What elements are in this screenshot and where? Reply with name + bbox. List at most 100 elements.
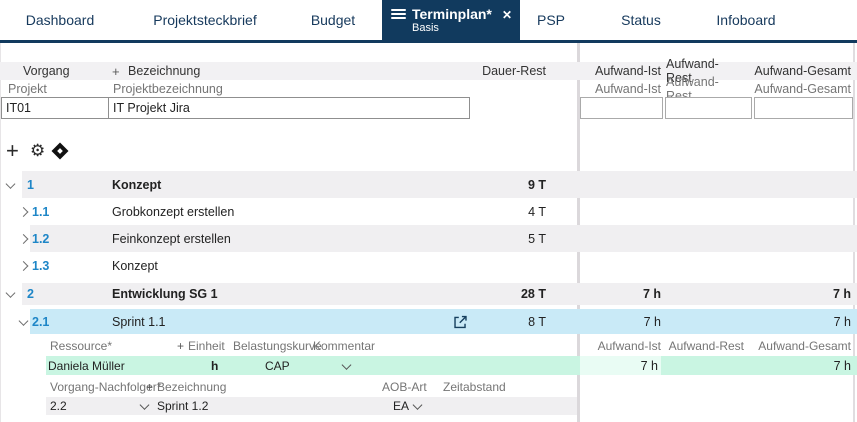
col-header-aufwand-gesamt: Aufwand-Gesamt (754, 64, 851, 78)
task-row-1-1[interactable]: 1.1 Grobkonzept erstellen 4 T (0, 198, 857, 225)
task-row-1-3[interactable]: 1.3 Konzept (0, 252, 857, 279)
task-number: 1.1 (32, 204, 50, 219)
add-row-icon[interactable]: + (6, 138, 19, 164)
settings-gear-icon[interactable]: ⚙ (30, 141, 45, 161)
task-row-1-2[interactable]: 1.2 Feinkonzept erstellen 5 T (0, 225, 857, 252)
resource-aufwand-rest-header: Aufwand-Rest (668, 338, 744, 353)
project-id-input[interactable] (1, 97, 109, 119)
resource-aufwand-ist-cell[interactable]: 7 h (580, 356, 661, 375)
task-aufwand-gesamt: 7 h (833, 314, 851, 329)
app-window: Dashboard Projektsteckbrief Budget Termi… (0, 0, 857, 422)
successor-number: 2.2 (50, 399, 67, 413)
successor-aob-art: EA (393, 399, 410, 413)
successor-header-row: Vorgang-Nachfolger* + Bezeichnung AOB-Ar… (0, 378, 857, 395)
active-tab-subtitle: Basis (412, 22, 439, 35)
task-dauer-rest: 9 T (527, 177, 546, 192)
resource-aufwand-gesamt-header: Aufwand-Gesamt (758, 338, 851, 353)
task-dauer-rest: 5 T (528, 231, 546, 246)
resource-aufwand-gesamt: 7 h (833, 358, 851, 373)
task-name: Konzept (112, 177, 162, 192)
task-row-2[interactable]: 2 Entwicklung SG 1 28 T 7 h 7 h (0, 283, 857, 305)
resource-header-row: Ressource* + Einheit Belastungskurve Kom… (0, 336, 857, 355)
chevron-right-icon[interactable] (18, 260, 29, 271)
project-aufwand-gesamt-input[interactable] (754, 97, 853, 119)
task-name: Grobkonzept erstellen (112, 204, 235, 219)
resource-belastungskurve: CAP (265, 358, 290, 373)
tab-label: Status (621, 12, 661, 28)
col-header-vorgang: Vorgang (23, 64, 70, 78)
task-name: Entwicklung SG 1 (112, 287, 218, 301)
active-tab-title: Terminplan* (412, 6, 492, 22)
menu-icon[interactable] (391, 9, 406, 21)
successor-row[interactable]: 2.2 Sprint 1.2 EA (0, 397, 857, 415)
tab-label: Dashboard (25, 12, 95, 28)
tab-psp[interactable]: PSP (520, 0, 582, 40)
col-header-aufwand-ist: Aufwand-Ist (594, 64, 661, 78)
project-aufwand-ist-label: Aufwand-Ist (594, 81, 661, 96)
zeitabstand-col-header: Zeitabstand (443, 379, 506, 394)
resource-row-background (46, 356, 857, 375)
task-number: 2 (27, 287, 34, 301)
project-label: Projekt (8, 81, 47, 96)
tab-projektsteckbrief[interactable]: Projektsteckbrief (120, 0, 290, 40)
project-name-input[interactable] (108, 97, 470, 119)
task-number: 1.2 (32, 231, 50, 246)
tab-terminplan[interactable]: Terminplan* Basis ✕ (382, 0, 520, 43)
task-number: 2.1 (32, 314, 50, 329)
col-header-dauer-rest: Dauer-Rest (482, 64, 546, 78)
tab-budget[interactable]: Budget (290, 0, 376, 40)
chevron-down-icon[interactable] (5, 178, 16, 189)
resource-row[interactable]: Daniela Müller h CAP 7 h 7 h (0, 356, 857, 375)
resource-name: Daniela Müller (48, 358, 125, 373)
resource-einheit: h (211, 358, 219, 373)
add-resource-icon[interactable]: + (177, 336, 184, 355)
project-bezeichnung-label: Projektbezeichnung (113, 81, 223, 96)
add-column-icon[interactable]: + (112, 62, 120, 80)
toolbar: + ⚙ (0, 138, 857, 164)
project-aufwand-ist-input[interactable] (580, 97, 663, 119)
project-input-row (0, 97, 857, 119)
chevron-right-icon[interactable] (18, 233, 29, 244)
chevron-down-icon[interactable] (18, 315, 29, 326)
task-dauer-rest: 28 T (520, 287, 546, 301)
aob-art-col-header: AOB-Art (382, 379, 427, 394)
project-label-row: Projekt Projektbezeichnung Aufwand-Ist A… (0, 74, 857, 103)
einheit-col-header: Einheit (188, 338, 225, 353)
tab-label: Budget (310, 12, 356, 28)
task-aufwand-gesamt: 7 h (832, 287, 851, 301)
tab-label: PSP (536, 12, 565, 28)
tab-status[interactable]: Status (582, 0, 700, 40)
task-number: 1.3 (32, 258, 50, 273)
project-aufwand-gesamt-label: Aufwand-Gesamt (754, 81, 851, 96)
task-name: Sprint 1.1 (112, 314, 166, 329)
task-aufwand-ist: 7 h (643, 314, 661, 329)
task-dauer-rest (440, 252, 546, 279)
resource-aufwand-ist-header: Aufwand-Ist (597, 338, 661, 353)
tab-bar: Dashboard Projektsteckbrief Budget Termi… (0, 0, 857, 43)
add-successor-icon[interactable]: + (146, 378, 153, 395)
project-aufwand-rest-label: Aufwand-Rest (666, 74, 719, 103)
chevron-down-icon[interactable] (5, 288, 16, 298)
task-row-2-1-selected[interactable]: 2.1 Sprint 1.1 8 T 7 h 7 h (0, 309, 857, 334)
task-aufwand-ist: 7 h (642, 287, 661, 301)
tab-label: Projektsteckbrief (153, 12, 257, 28)
task-dauer-rest: 8 T (528, 314, 546, 329)
project-aufwand-rest-input[interactable] (665, 97, 752, 119)
chevron-right-icon[interactable] (18, 206, 29, 217)
kommentar-col-header: Kommentar (313, 338, 376, 353)
successor-col-header: Vorgang-Nachfolger* (50, 379, 162, 394)
tab-infoboard[interactable]: Infoboard (700, 0, 792, 40)
task-name: Feinkonzept erstellen (112, 231, 231, 246)
task-dauer-rest: 4 T (528, 204, 546, 219)
successor-row-background (46, 397, 577, 415)
task-number: 1 (27, 177, 34, 192)
baseline-diamond-icon[interactable] (51, 142, 69, 160)
resource-col-header: Ressource* (50, 338, 113, 353)
belastungskurve-col-header: Belastungskurve (233, 338, 322, 353)
close-icon[interactable]: ✕ (502, 8, 512, 22)
col-header-bezeichnung: Bezeichnung (128, 64, 201, 78)
tab-dashboard[interactable]: Dashboard (0, 0, 120, 40)
task-name: Konzept (112, 258, 158, 273)
task-row-1[interactable]: 1 Konzept 9 T (0, 171, 857, 198)
tab-label: Infoboard (716, 12, 776, 28)
